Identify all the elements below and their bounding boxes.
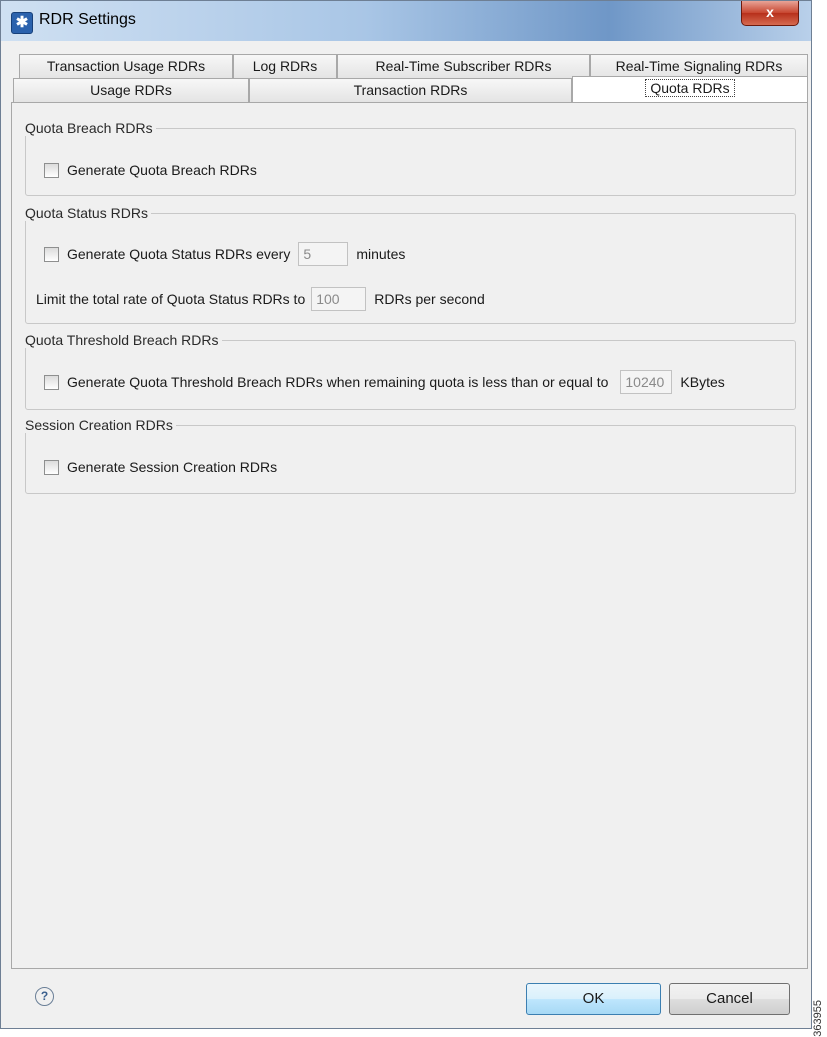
- tab-row-2: Usage RDRs Transaction RDRs Quota RDRs: [13, 76, 808, 102]
- generate-session-creation-checkbox[interactable]: [44, 459, 59, 475]
- tab-real-time-subscriber-rdrs[interactable]: Real-Time Subscriber RDRs: [337, 54, 590, 78]
- session-creation-group-title: Session Creation RDRs: [25, 417, 176, 433]
- help-icon[interactable]: ?: [35, 987, 54, 1006]
- close-button[interactable]: x: [741, 1, 799, 26]
- app-icon: ✱: [11, 12, 33, 34]
- generate-quota-threshold-label[interactable]: Generate Quota Threshold Breach RDRs whe…: [67, 374, 608, 390]
- title-bar[interactable]: ✱ RDR Settings x: [1, 1, 811, 41]
- cancel-button[interactable]: Cancel: [669, 983, 790, 1015]
- tab-transaction-usage-rdrs[interactable]: Transaction Usage RDRs: [19, 54, 233, 78]
- quota-status-group: Quota Status RDRs Generate Quota Status …: [25, 205, 796, 324]
- session-creation-group: Session Creation RDRs Generate Session C…: [25, 417, 796, 494]
- quota-status-limit-row: Limit the total rate of Quota Status RDR…: [36, 287, 485, 311]
- quota-status-interval-row: Generate Quota Status RDRs every 5 minut…: [44, 242, 405, 266]
- window-title: RDR Settings: [39, 11, 136, 28]
- quota-threshold-unit: KBytes: [680, 374, 725, 390]
- figure-number: 363955: [812, 1000, 824, 1037]
- quota-status-interval-unit: minutes: [356, 246, 406, 262]
- quota-status-limit-input[interactable]: 100: [311, 287, 367, 311]
- tab-row-1: Transaction Usage RDRs Log RDRs Real-Tim…: [19, 54, 808, 78]
- generate-quota-status-label[interactable]: Generate Quota Status RDRs every: [67, 246, 290, 262]
- quota-breach-group: Quota Breach RDRs Generate Quota Breach …: [25, 120, 796, 196]
- session-creation-row: Generate Session Creation RDRs: [44, 455, 277, 479]
- tab-usage-rdrs[interactable]: Usage RDRs: [13, 78, 249, 102]
- tab-log-rdrs[interactable]: Log RDRs: [233, 54, 337, 78]
- tab-quota-rdrs-label: Quota RDRs: [645, 79, 735, 97]
- quota-threshold-group-title: Quota Threshold Breach RDRs: [25, 332, 222, 348]
- ok-button[interactable]: OK: [526, 983, 661, 1015]
- tab-quota-rdrs[interactable]: Quota RDRs: [572, 76, 808, 102]
- quota-threshold-row: Generate Quota Threshold Breach RDRs whe…: [44, 370, 725, 394]
- generate-quota-status-checkbox[interactable]: [44, 246, 59, 262]
- tab-real-time-signaling-rdrs[interactable]: Real-Time Signaling RDRs: [590, 54, 808, 78]
- quota-breach-group-title: Quota Breach RDRs: [25, 120, 156, 136]
- generate-session-creation-label[interactable]: Generate Session Creation RDRs: [67, 459, 277, 475]
- generate-quota-breach-label[interactable]: Generate Quota Breach RDRs: [67, 162, 257, 178]
- quota-rdrs-panel: Quota Breach RDRs Generate Quota Breach …: [11, 102, 808, 969]
- quota-status-interval-input[interactable]: 5: [298, 242, 349, 266]
- quota-status-group-title: Quota Status RDRs: [25, 205, 151, 221]
- generate-quota-breach-checkbox[interactable]: [44, 162, 59, 178]
- rdr-settings-dialog: ✱ RDR Settings x Transaction Usage RDRs …: [0, 0, 812, 1029]
- generate-quota-threshold-checkbox[interactable]: [44, 374, 59, 390]
- quota-threshold-group: Quota Threshold Breach RDRs Generate Quo…: [25, 332, 796, 410]
- quota-breach-row: Generate Quota Breach RDRs: [44, 158, 257, 182]
- quota-status-limit-unit: RDRs per second: [374, 291, 485, 307]
- quota-threshold-input[interactable]: 10240: [620, 370, 673, 394]
- quota-status-limit-label: Limit the total rate of Quota Status RDR…: [36, 291, 306, 307]
- tab-transaction-rdrs[interactable]: Transaction RDRs: [249, 78, 572, 102]
